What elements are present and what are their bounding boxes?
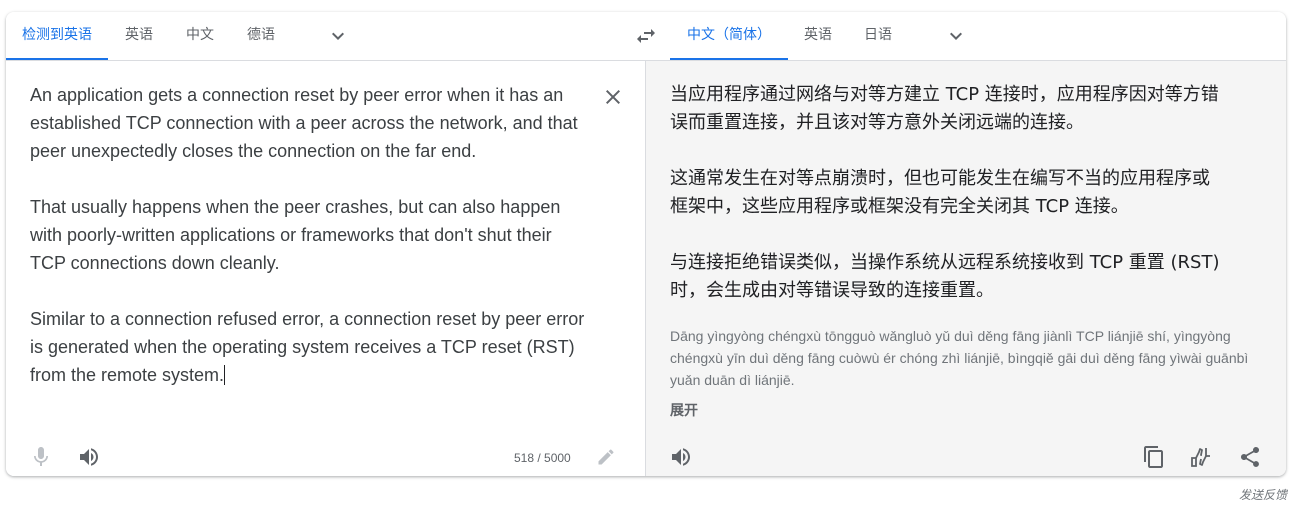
language-bar: 检测到英语 英语 中文 德语 中文（简体） 英语 日语 (6, 12, 1286, 61)
character-count: 518 / 5000 (514, 451, 571, 465)
tab-target-chinese-simplified[interactable]: 中文（简体） (670, 12, 788, 60)
copy-translation-icon[interactable] (1142, 445, 1166, 469)
source-pane: An application gets a connection reset b… (6, 61, 646, 476)
rate-translation-feedback-icon[interactable] (1189, 445, 1213, 469)
translated-text: 当应用程序通过网络与对等方建立 TCP 连接时，应用程序因对等方错 误而重置连接… (670, 84, 1220, 301)
tab-detect-language[interactable]: 检测到英语 (6, 12, 108, 60)
translate-card: 检测到英语 英语 中文 德语 中文（简体） 英语 日语 An applicati… (6, 12, 1286, 476)
expand-transliteration-button[interactable]: 展开 (670, 400, 698, 420)
transliteration-text: Dāng yìngyòng chéngxù tōngguò wǎngluò yǔ… (670, 328, 1249, 388)
tab-target-english[interactable]: 英语 (788, 12, 848, 60)
tab-source-english[interactable]: 英语 (108, 12, 170, 60)
source-text-input[interactable]: An application gets a connection reset b… (30, 81, 590, 389)
translation-listen-speaker-icon[interactable] (669, 445, 693, 469)
microphone-icon[interactable] (29, 445, 53, 469)
clear-text-close-icon[interactable] (601, 85, 625, 109)
target-more-languages-chevron-down-icon[interactable] (944, 24, 968, 48)
send-feedback-link[interactable]: 发送反馈 (1239, 486, 1287, 503)
text-caret (224, 365, 226, 385)
translation-pane: 当应用程序通过网络与对等方建立 TCP 连接时，应用程序因对等方错 误而重置连接… (646, 61, 1286, 476)
swap-languages-icon[interactable] (634, 24, 658, 48)
tab-source-chinese[interactable]: 中文 (170, 12, 230, 60)
tab-source-german[interactable]: 德语 (230, 12, 292, 60)
source-listen-speaker-icon[interactable] (77, 445, 101, 469)
share-icon[interactable] (1238, 445, 1262, 469)
handwriting-pencil-icon[interactable] (596, 447, 616, 467)
source-text: An application gets a connection reset b… (30, 85, 585, 385)
source-more-languages-chevron-down-icon[interactable] (326, 24, 350, 48)
tab-target-japanese[interactable]: 日语 (848, 12, 908, 60)
